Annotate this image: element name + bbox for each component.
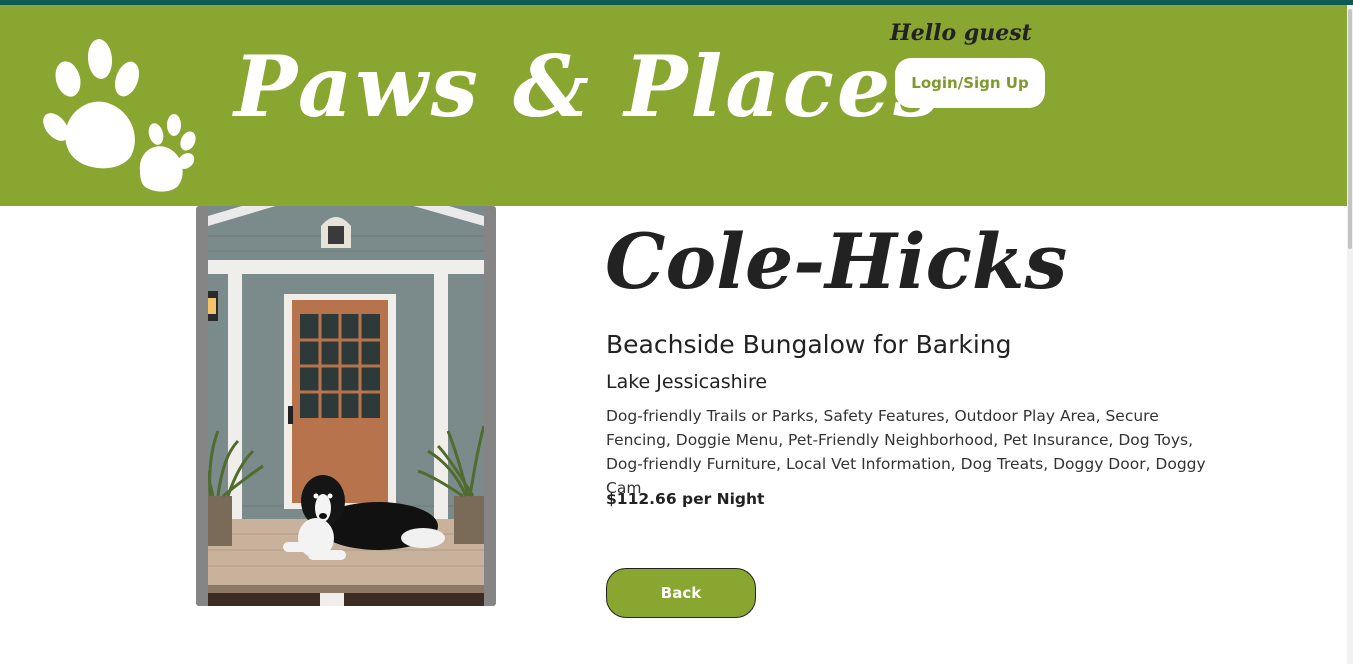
listing-title: Beachside Bungalow for Barking [606, 330, 1012, 359]
listing-location: Lake Jessicashire [606, 371, 768, 393]
site-header: Paws & Places Hello guest Login/Sign Up [0, 5, 1347, 206]
scrollbar-thumb[interactable] [1348, 9, 1352, 249]
back-button[interactable]: Back [606, 568, 756, 618]
listing-price: $112.66 per Night [606, 490, 765, 508]
greeting-text: Hello guest [890, 20, 1032, 46]
page-scrollbar[interactable] [1347, 5, 1353, 664]
listing-photo [196, 206, 496, 606]
login-signup-button[interactable]: Login/Sign Up [895, 58, 1045, 108]
amenities-list: Dog-friendly Trails or Parks, Safety Fea… [606, 407, 1206, 497]
host-name: Cole-Hicks [605, 217, 1068, 306]
paw-prints-icon [43, 39, 196, 192]
site-brand[interactable]: Paws & Places [234, 45, 944, 129]
